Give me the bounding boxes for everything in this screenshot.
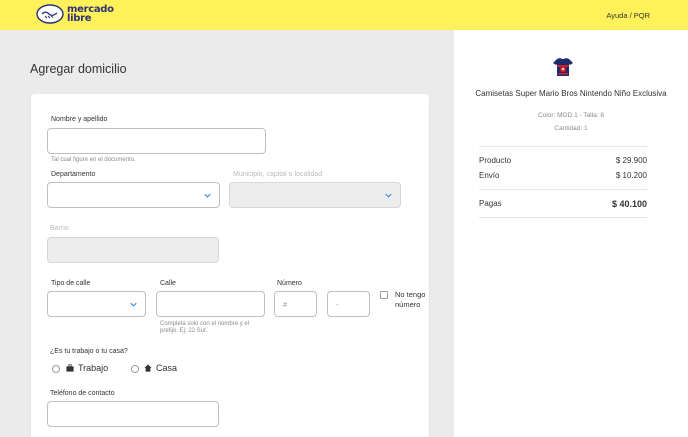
product-cost-value: $ 29.900 [615, 156, 647, 165]
divider [479, 189, 647, 190]
total-label: Pagas [479, 199, 502, 208]
no-number-checkbox[interactable] [380, 291, 388, 299]
address-form-card: Nombre y apellido Tal cual figure en el … [31, 94, 429, 437]
product-thumbnail[interactable] [552, 56, 574, 78]
department-label: Departamento [51, 171, 96, 178]
name-input[interactable] [47, 128, 266, 154]
street-input[interactable] [156, 291, 265, 317]
neighborhood-input[interactable] [47, 237, 219, 263]
order-summary: Camisetas Super Mario Bros Nintendo Niño… [454, 30, 688, 437]
number-label: Número [277, 280, 302, 287]
chevron-down-icon [130, 302, 137, 307]
number-secondary-input[interactable]: - [327, 291, 370, 317]
product-color: Color: MOD 1 - Talla: 8 [538, 112, 604, 119]
divider [479, 146, 647, 147]
chevron-down-icon [204, 193, 211, 198]
number-secondary-placeholder: - [336, 299, 339, 309]
street-type-label: Tipo de calle [51, 280, 91, 287]
phone-label: Teléfono de contacto [50, 390, 115, 397]
number-placeholder: # [283, 299, 288, 309]
shipping-cost-label: Envío [479, 171, 500, 180]
street-hint: Completa solo con el nombre y el prefijo… [160, 321, 250, 334]
product-quantity: Cantidad: 1 [554, 125, 588, 132]
product-cost-label: Producto [479, 156, 512, 165]
house-icon [144, 364, 152, 372]
no-number-label[interactable]: No tengo número [395, 290, 427, 310]
top-header: mercado libre Ayuda / PQR [0, 0, 688, 30]
shipping-cost-value: $ 10.200 [615, 171, 647, 180]
municipality-label: Municipio, capital o localidad [233, 171, 323, 178]
phone-input[interactable] [47, 401, 219, 427]
page-title: Agregar domicilio [30, 62, 127, 76]
name-label: Nombre y apellido [51, 116, 108, 123]
name-hint: Tal cual figure en el documento. [51, 157, 136, 163]
chevron-down-icon [385, 193, 392, 198]
product-title[interactable]: Camisetas Super Mario Bros Nintendo Niño… [474, 89, 668, 99]
place-type-question: ¿Es tu trabajo o tu casa? [50, 348, 128, 355]
radio-home[interactable] [131, 365, 139, 373]
work-text: Trabajo [78, 363, 109, 373]
briefcase-icon [66, 364, 74, 372]
number-input[interactable]: # [274, 291, 317, 317]
main-area: Agregar domicilio Nombre y apellido Tal … [0, 30, 454, 437]
total-value: $ 40.100 [611, 199, 647, 209]
home-text: Casa [156, 363, 178, 373]
municipality-select[interactable] [229, 182, 401, 208]
street-type-select[interactable] [47, 291, 146, 317]
divider [479, 217, 647, 218]
radio-work[interactable] [52, 365, 60, 373]
handshake-logo-icon [36, 4, 64, 24]
neighborhood-label: Barrio [50, 225, 69, 232]
radio-home-label[interactable]: Casa [144, 363, 177, 373]
department-select[interactable] [47, 182, 220, 208]
brand-line-2: libre [67, 13, 92, 24]
radio-work-label[interactable]: Trabajo [66, 363, 108, 373]
mercadolibre-logo[interactable]: mercado libre [36, 4, 114, 24]
help-link[interactable]: Ayuda / PQR [606, 11, 650, 20]
street-label: Calle [160, 280, 176, 287]
